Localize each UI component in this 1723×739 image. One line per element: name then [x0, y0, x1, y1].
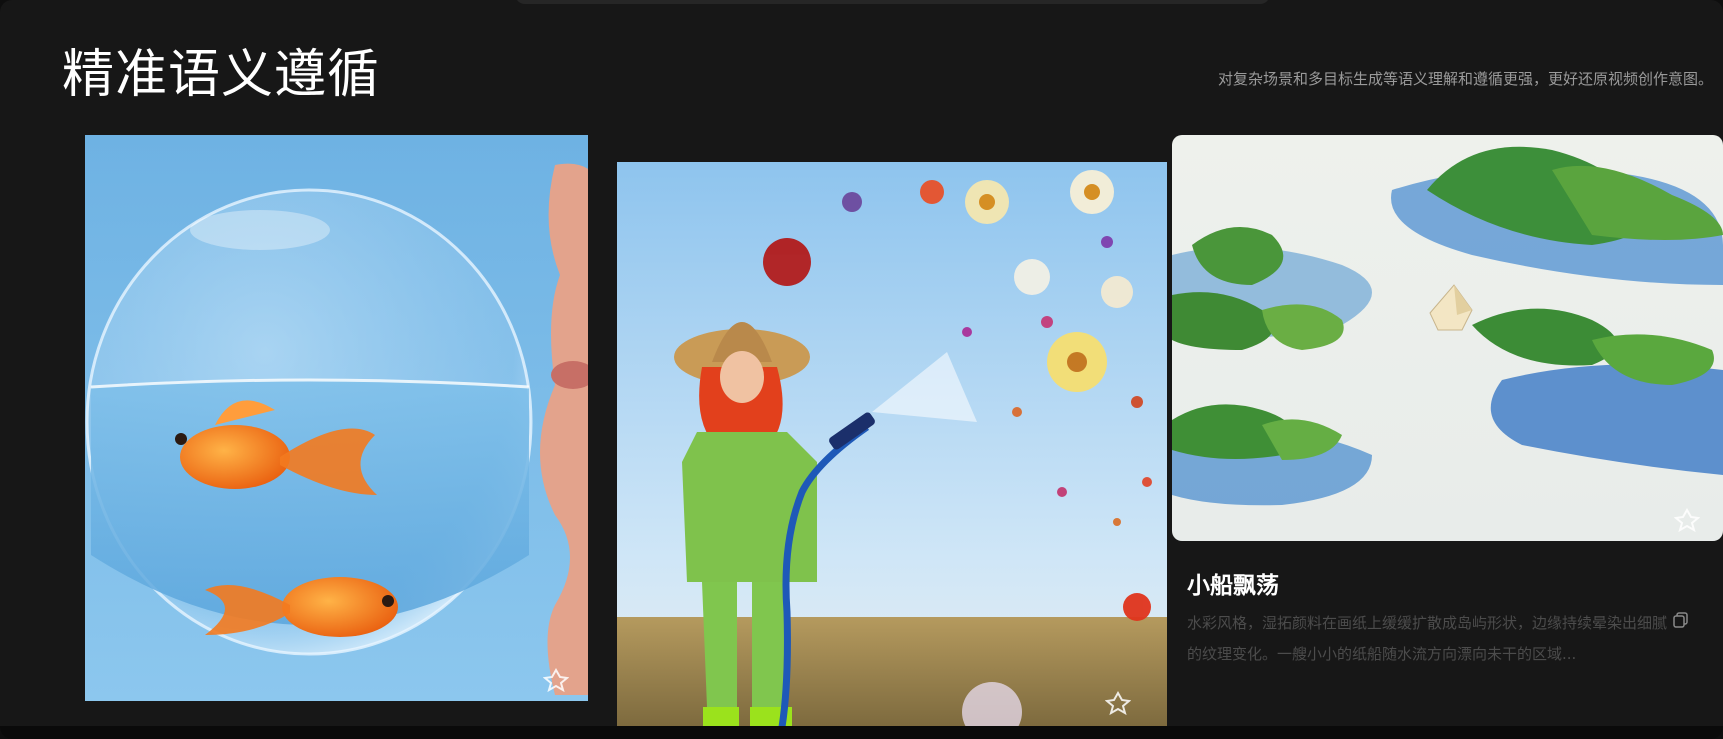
top-tab-edge [515, 0, 1270, 4]
brand-logo-icon [1674, 507, 1700, 533]
copy-icon[interactable] [1673, 612, 1689, 628]
video-card-goldfish[interactable] [85, 135, 588, 701]
video-card-flower-hose[interactable] [617, 162, 1167, 727]
card-title: 小船飘荡 [1187, 573, 1279, 599]
watercolor-islands-image [1172, 135, 1723, 541]
brand-logo-icon [1105, 690, 1131, 716]
page-title: 精准语义遵循 [62, 45, 381, 105]
showcase-section: 精准语义遵循 对复杂场景和多目标生成等语义理解和遵循更强，更好还原视频创作意图。 [0, 0, 1723, 739]
card-description: 水彩风格，湿拓颜料在画纸上缓缓扩散成岛屿形状，边缘持续晕染出细腻的纹理变化。一艘… [1187, 614, 1668, 663]
goldfish-bubble-image [85, 135, 588, 701]
brand-logo-icon [543, 667, 569, 693]
page-subtitle: 对复杂场景和多目标生成等语义理解和遵循更强，更好还原视频创作意图。 [1217, 70, 1713, 88]
bottom-edge [0, 726, 1723, 739]
video-card-paper-boat[interactable] [1172, 135, 1723, 541]
flower-hose-image [617, 162, 1167, 727]
